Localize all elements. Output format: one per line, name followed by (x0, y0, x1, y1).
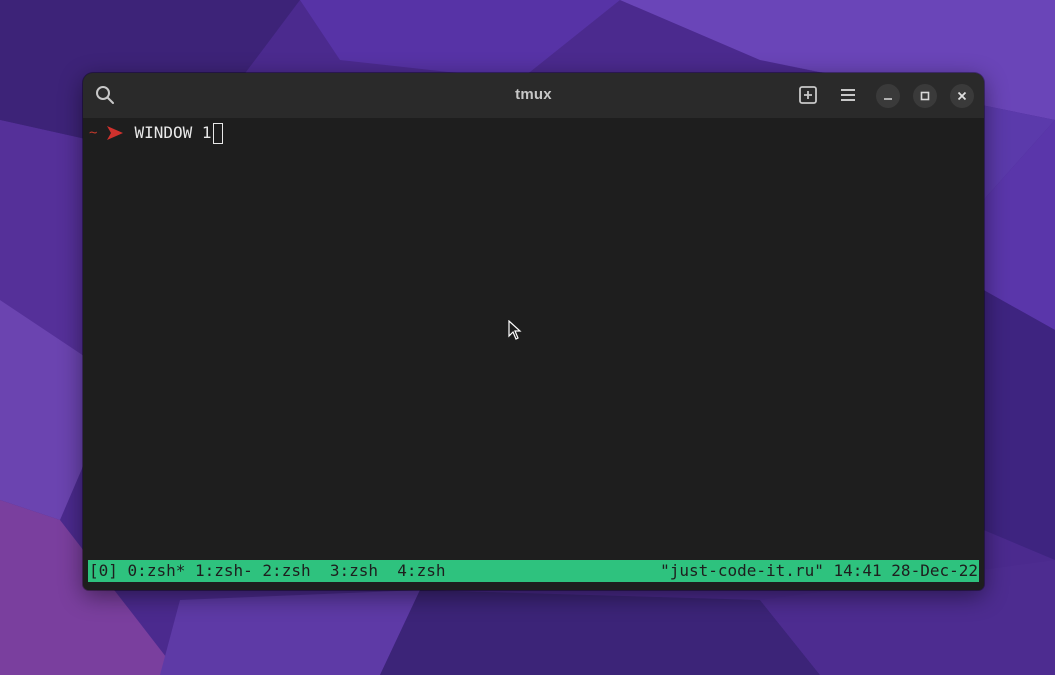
tmux-status-bar: [0] 0:zsh* 1:zsh- 2:zsh 3:zsh 4:zsh "jus… (88, 560, 979, 582)
text-cursor (212, 122, 223, 144)
clock-time: 14:41 (833, 561, 882, 580)
mouse-pointer-icon (508, 320, 522, 340)
arrow-right-icon (107, 126, 124, 140)
maximize-button[interactable] (913, 84, 937, 108)
new-tab-icon[interactable] (797, 84, 819, 106)
titlebar[interactable]: tmux (83, 73, 984, 118)
minimize-button[interactable] (876, 84, 900, 108)
maximize-icon (920, 91, 930, 101)
prompt-line: ~ WINDOW 1 (89, 122, 223, 144)
minimize-icon (884, 98, 892, 100)
window-tab-0[interactable]: 0:zsh* (128, 561, 186, 580)
command-text: WINDOW 1 (134, 123, 212, 142)
window-tab-2[interactable]: 2:zsh (262, 561, 310, 580)
terminal-window: tmux ~ WINDOW 1 [0] 0:zsh* 1:zsh- 2:zsh … (83, 73, 984, 590)
terminal-area[interactable]: ~ WINDOW 1 [0] 0:zsh* 1:zsh- 2:zsh 3:zsh… (83, 118, 984, 590)
close-icon (957, 91, 967, 101)
close-button[interactable] (950, 84, 974, 108)
host-label: "just-code-it.ru" (660, 561, 824, 580)
prompt-directory: ~ (89, 125, 98, 141)
window-tab-4[interactable]: 4:zsh (397, 561, 445, 580)
hamburger-menu-icon[interactable] (837, 84, 859, 106)
window-tab-1[interactable]: 1:zsh- (195, 561, 253, 580)
window-tab-3[interactable]: 3:zsh (330, 561, 378, 580)
session-label: [0] (89, 561, 118, 580)
status-left: [0] 0:zsh* 1:zsh- 2:zsh 3:zsh 4:zsh (89, 560, 445, 582)
status-right: "just-code-it.ru" 14:41 28-Dec-22 (660, 560, 978, 582)
clock-date: 28-Dec-22 (891, 561, 978, 580)
